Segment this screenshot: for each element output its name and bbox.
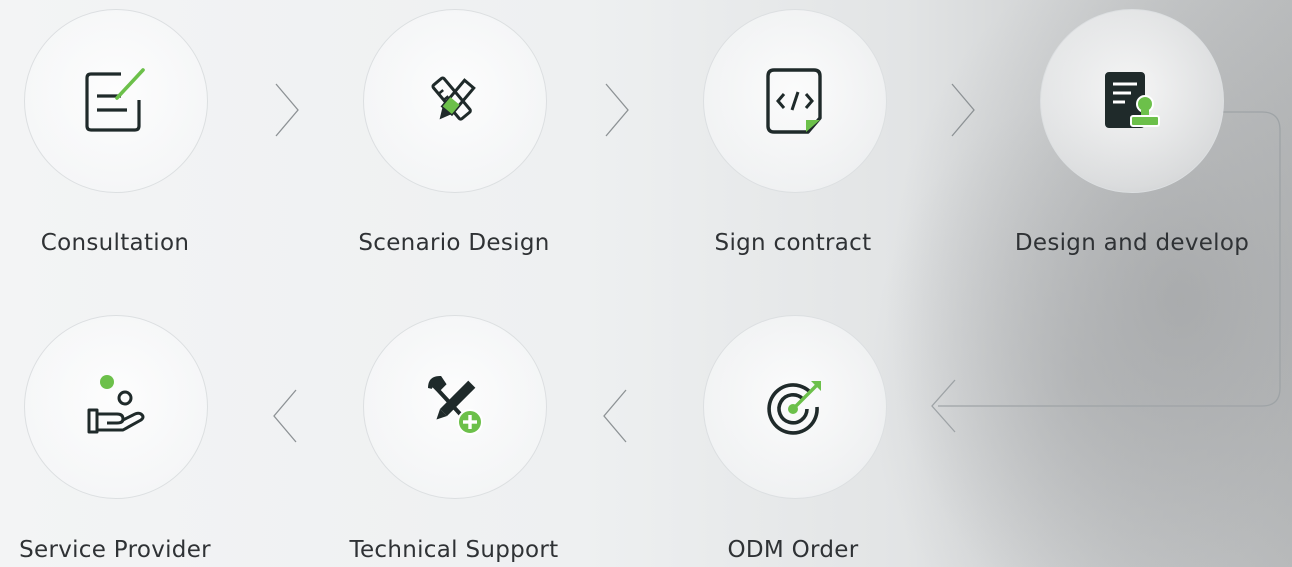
document-stamp-icon <box>1105 72 1160 128</box>
step-consultation-circle[interactable] <box>24 9 208 193</box>
step-sign-contract-circle[interactable] <box>703 9 887 193</box>
step-scenario-design-circle[interactable] <box>363 9 547 193</box>
chevron-right-icon <box>944 80 980 140</box>
target-arrow-icon <box>767 381 821 435</box>
step-label: Sign contract <box>714 230 872 256</box>
chevron-right-icon <box>598 80 634 140</box>
step-technical-support-circle[interactable] <box>363 315 547 499</box>
chevron-left-icon <box>598 386 634 446</box>
step-label: Design and develop <box>1014 230 1250 256</box>
chevron-left-icon <box>268 386 304 446</box>
step-label: Technical Support <box>349 537 559 563</box>
step-design-develop-circle[interactable] <box>1040 9 1224 193</box>
step-label: ODM Order <box>727 537 859 563</box>
step-odm-order-circle[interactable] <box>703 315 887 499</box>
step-label: Consultation <box>40 230 190 256</box>
hand-coins-icon <box>87 375 145 434</box>
step-service-provider-circle[interactable] <box>24 315 208 499</box>
step-label: Service Provider <box>19 537 211 563</box>
tools-plus-icon <box>428 375 483 435</box>
form-pen-icon <box>85 68 145 132</box>
step-label: Scenario Design <box>358 230 550 256</box>
code-document-icon <box>766 68 822 134</box>
design-tools-icon <box>431 76 476 121</box>
chevron-right-icon <box>268 80 304 140</box>
